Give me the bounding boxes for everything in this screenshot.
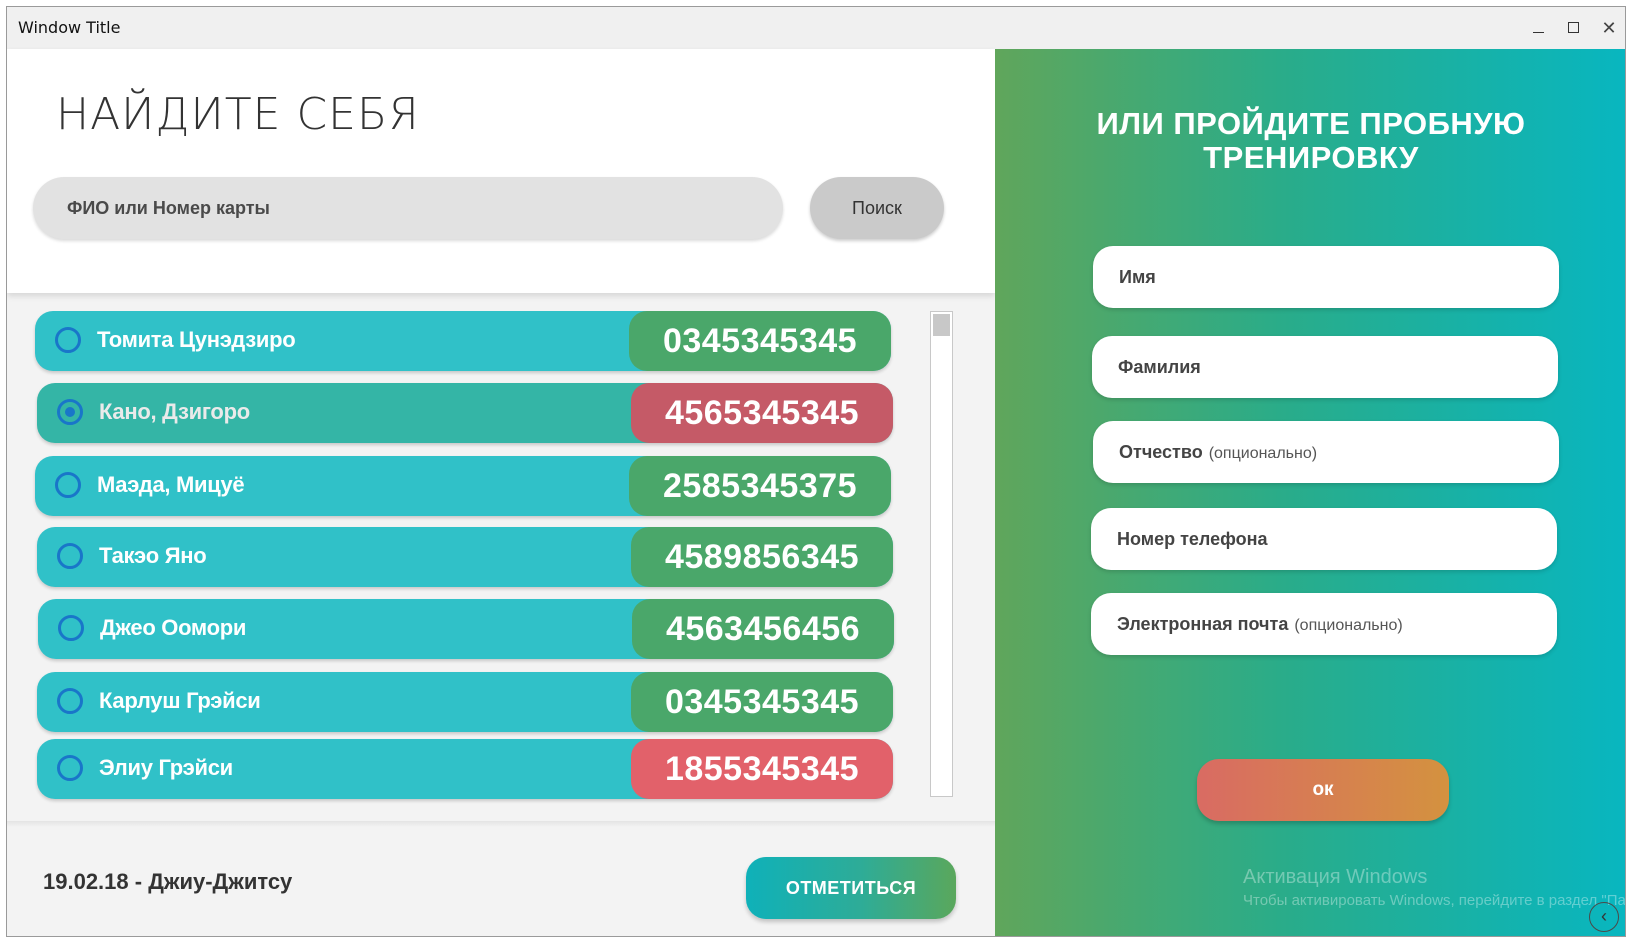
- close-icon: ✕: [1601, 18, 1617, 38]
- member-row[interactable]: Карлуш Грэйси 0345345345: [37, 672, 893, 732]
- last-name-field[interactable]: Фамилия: [1092, 336, 1558, 398]
- radio-button[interactable]: [57, 543, 83, 569]
- search-input[interactable]: [33, 177, 783, 239]
- email-label: Электронная почта (опционально): [1117, 614, 1403, 634]
- title-bar: Window Title ✕: [7, 7, 1625, 49]
- card-number: 4563456456: [632, 599, 894, 659]
- member-name: Джео Оомори: [100, 615, 247, 640]
- activation-watermark-title: Активация Windows: [1243, 866, 1428, 888]
- member-name: Такэо Яно: [99, 543, 207, 568]
- member-row[interactable]: Джео Оомори 4563456456: [38, 599, 894, 659]
- member-name: Маэда, Мицуё: [97, 472, 245, 497]
- radio-button[interactable]: [57, 755, 83, 781]
- member-search-panel: НАЙДИТЕ СЕБЯ Поиск Томита Цунэдзиро 03453…: [7, 49, 995, 936]
- card-number: 4589856345: [631, 527, 893, 587]
- trial-title-line-1: ИЛИ ПРОЙДИТЕ ПРОБНУЮ: [1096, 106, 1526, 141]
- scrollbar-thumb[interactable]: [933, 314, 950, 336]
- optional-hint: (опционально): [1294, 617, 1403, 634]
- scrollbar[interactable]: [930, 311, 953, 797]
- search-field[interactable]: [33, 177, 783, 239]
- radio-button[interactable]: [58, 615, 84, 641]
- radio-button[interactable]: [57, 688, 83, 714]
- window-title: Window Title: [18, 18, 121, 37]
- last-name-label: Фамилия: [1118, 357, 1201, 377]
- trial-title: ИЛИ ПРОЙДИТЕ ПРОБНУЮ ТРЕНИРОВКУ: [995, 106, 1625, 175]
- minimize-button[interactable]: [1525, 15, 1553, 41]
- chevron-left-icon[interactable]: ‹: [1589, 902, 1619, 932]
- optional-hint: (опционально): [1208, 445, 1318, 462]
- email-field[interactable]: Электронная почта (опционально): [1091, 593, 1557, 655]
- trial-title-line-2: ТРЕНИРОВКУ: [1203, 140, 1419, 175]
- search-button[interactable]: Поиск: [810, 177, 944, 239]
- first-name-label: Имя: [1119, 267, 1156, 287]
- card-number: 1855345345: [631, 739, 893, 799]
- card-number: 4565345345: [631, 383, 893, 443]
- member-list: Томита Цунэдзиро 0345345345 Кано, Дзигоро 4…: [7, 311, 995, 826]
- app-window: Window Title ✕ НАЙДИТЕ СЕБЯ Поиск Томита…: [6, 6, 1626, 937]
- member-row[interactable]: Маэда, Мицуё 2585345375: [35, 456, 891, 516]
- maximize-icon: [1568, 22, 1579, 33]
- card-number: 0345345345: [629, 311, 891, 371]
- card-number: 2585345375: [629, 456, 891, 516]
- member-name: Кано, Дзигоро: [99, 399, 250, 424]
- phone-field[interactable]: Номер телефона: [1091, 508, 1557, 570]
- ok-button[interactable]: ок: [1197, 759, 1449, 821]
- minimize-icon: [1533, 32, 1544, 33]
- member-row[interactable]: Кано, Дзигоро 4565345345: [37, 383, 893, 443]
- radio-button[interactable]: [55, 327, 81, 353]
- member-row[interactable]: Такэо Яно 4589856345: [37, 527, 893, 587]
- trial-signup-panel: ИЛИ ПРОЙДИТЕ ПРОБНУЮ ТРЕНИРОВКУ Имя Фами…: [995, 49, 1626, 936]
- member-row[interactable]: Томита Цунэдзиро 0345345345: [35, 311, 891, 371]
- member-name: Элиу Грэйси: [99, 755, 233, 780]
- first-name-field[interactable]: Имя: [1093, 246, 1559, 308]
- middle-name-field[interactable]: Отчество (опционально): [1093, 421, 1559, 483]
- maximize-button[interactable]: [1560, 15, 1588, 41]
- session-label: 19.02.18 - Джиу-Джитсу: [43, 869, 293, 894]
- search-header: НАЙДИТЕ СЕБЯ Поиск: [7, 49, 995, 293]
- page-title: НАЙДИТЕ СЕБЯ: [56, 89, 420, 140]
- phone-label: Номер телефона: [1117, 529, 1268, 549]
- activation-watermark-text: Чтобы активировать Windows, перейдите в …: [1243, 892, 1626, 909]
- footer-bar: 19.02.18 - Джиу-Джитсу ОТМЕТИТЬСЯ: [7, 821, 995, 936]
- radio-button[interactable]: [57, 399, 83, 425]
- radio-button[interactable]: [55, 472, 81, 498]
- checkin-button[interactable]: ОТМЕТИТЬСЯ: [746, 857, 956, 919]
- member-name: Карлуш Грэйси: [99, 688, 261, 713]
- member-name: Томита Цунэдзиро: [97, 327, 296, 352]
- footer-divider: [7, 821, 995, 827]
- close-button[interactable]: ✕: [1595, 15, 1623, 41]
- middle-name-label: Отчество (опционально): [1119, 442, 1318, 462]
- card-number: 0345345345: [631, 672, 893, 732]
- member-row[interactable]: Элиу Грэйси 1855345345: [37, 739, 893, 799]
